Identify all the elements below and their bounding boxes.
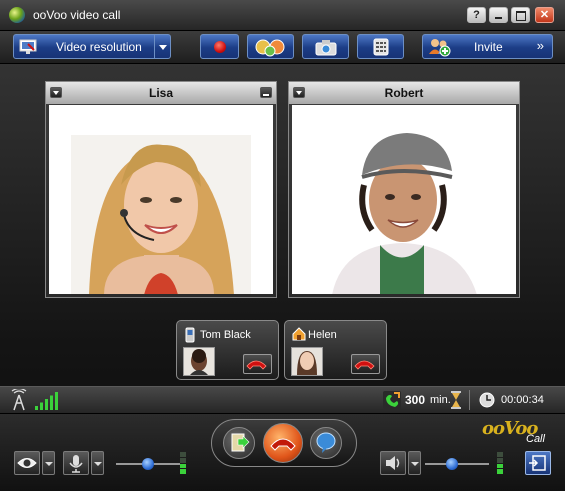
call-duration-timer: 00:00:34 <box>501 394 544 406</box>
transfer-call-button[interactable] <box>223 427 255 459</box>
video-resolution-dropdown-arrow[interactable] <box>154 35 170 58</box>
participant-video-image <box>49 105 273 294</box>
chat-bubble-icon <box>316 432 336 453</box>
ooVoo-logo-subtext: Call <box>526 433 545 445</box>
hang-up-icon <box>354 360 375 370</box>
video-feed <box>49 105 273 294</box>
speaker-button[interactable] <box>380 451 406 475</box>
microphone-options-dropdown[interactable] <box>91 451 104 475</box>
microphone-icon <box>69 455 83 473</box>
dialpad-icon <box>373 38 389 56</box>
participant-name: Robert <box>384 86 424 100</box>
video-toggle-button[interactable] <box>14 451 40 475</box>
microphone-volume-slider[interactable] <box>116 458 180 470</box>
speaker-options-dropdown[interactable] <box>408 451 421 475</box>
help-button[interactable]: ? <box>467 7 486 23</box>
contact-name: Helen <box>308 329 337 341</box>
contact-card-tom-black[interactable]: Tom Black <box>176 320 279 380</box>
toolbar: Video resolution Invite » <box>0 31 565 64</box>
contact-name: Tom Black <box>200 329 251 341</box>
camera-icon <box>315 40 337 56</box>
hang-up-icon <box>270 438 296 451</box>
video-resolution-label: Video resolution <box>56 40 142 54</box>
add-contact-icon <box>429 39 451 57</box>
hang-up-button[interactable] <box>243 354 272 374</box>
contact-card-helen[interactable]: Helen <box>284 320 387 380</box>
signal-bar <box>50 395 53 410</box>
speaker-volume-slider[interactable] <box>425 458 489 470</box>
microphone-level-meter <box>180 452 186 474</box>
level-segment <box>180 452 186 457</box>
minimize-icon <box>495 17 502 19</box>
video-panel-robert[interactable]: Robert <box>288 81 520 298</box>
contact-avatar <box>291 347 323 376</box>
contact-avatar <box>183 347 215 376</box>
expand-chevron-icon: » <box>536 38 544 53</box>
home-icon <box>292 327 306 341</box>
ooVoo-call-window: ooVoo video call ? ✕ Video resolution In… <box>0 0 565 491</box>
invite-label: Invite <box>474 40 503 54</box>
monitor-icon <box>19 39 37 54</box>
clock-icon <box>479 392 495 408</box>
speaker-icon <box>386 456 400 470</box>
transfer-call-icon <box>231 433 250 452</box>
participant-name: Lisa <box>148 86 173 100</box>
hang-up-icon <box>246 360 267 370</box>
close-button[interactable]: ✕ <box>535 7 554 23</box>
record-button[interactable] <box>200 34 239 59</box>
status-bar: 300 min. 00:00:34 <box>0 386 565 414</box>
hang-up-button[interactable] <box>351 354 380 374</box>
end-call-button[interactable] <box>263 423 303 463</box>
maximize-icon <box>516 11 526 21</box>
signal-bar <box>40 402 43 410</box>
microphone-button[interactable] <box>63 451 89 475</box>
signal-bar <box>55 392 58 410</box>
title-bar: ooVoo video call ? ✕ <box>0 0 565 31</box>
status-divider <box>469 390 470 410</box>
signal-strength-icon <box>35 392 58 410</box>
video-panel-header: Robert <box>289 82 519 104</box>
level-segment <box>497 469 503 474</box>
dialpad-button[interactable] <box>357 34 404 59</box>
level-segment <box>180 457 186 463</box>
eye-icon <box>17 458 37 468</box>
minimize-button[interactable] <box>489 7 508 23</box>
panel-minimize-button[interactable] <box>260 87 272 98</box>
exit-icon <box>529 455 546 471</box>
video-resolution-button[interactable]: Video resolution <box>13 34 171 59</box>
participant-video-image <box>292 105 516 294</box>
level-segment <box>497 452 503 457</box>
video-panel-header: Lisa <box>46 82 276 104</box>
level-segment <box>497 463 503 469</box>
hourglass-icon <box>451 391 461 409</box>
speaker-level-meter <box>497 452 503 474</box>
signal-bar <box>35 406 38 410</box>
slider-thumb[interactable] <box>445 458 458 470</box>
window-title: ooVoo video call <box>33 8 121 22</box>
ooVoo-logo: ooVoo Call <box>482 418 552 445</box>
level-segment <box>497 457 503 463</box>
video-options-dropdown[interactable] <box>42 451 55 475</box>
minutes-unit: min. <box>430 394 451 406</box>
video-feed <box>292 105 516 294</box>
mobile-phone-icon <box>185 327 195 343</box>
video-effects-icon <box>255 39 285 57</box>
ooVoo-app-icon <box>9 7 25 23</box>
exit-full-screen-button[interactable] <box>525 451 551 475</box>
level-segment <box>180 469 186 474</box>
level-segment <box>180 463 186 469</box>
snapshot-button[interactable] <box>302 34 349 59</box>
connection-antenna-icon <box>11 389 27 411</box>
minutes-remaining-value: 300 <box>405 393 426 407</box>
invite-button[interactable]: Invite » <box>422 34 553 59</box>
record-icon <box>214 41 226 53</box>
effects-button[interactable] <box>247 34 294 59</box>
slider-thumb[interactable] <box>142 458 154 470</box>
maximize-button[interactable] <box>511 7 530 23</box>
signal-bar <box>45 399 48 410</box>
chat-button[interactable] <box>310 427 342 459</box>
video-panel-lisa[interactable]: Lisa <box>45 81 277 298</box>
call-minutes-icon <box>383 391 401 409</box>
